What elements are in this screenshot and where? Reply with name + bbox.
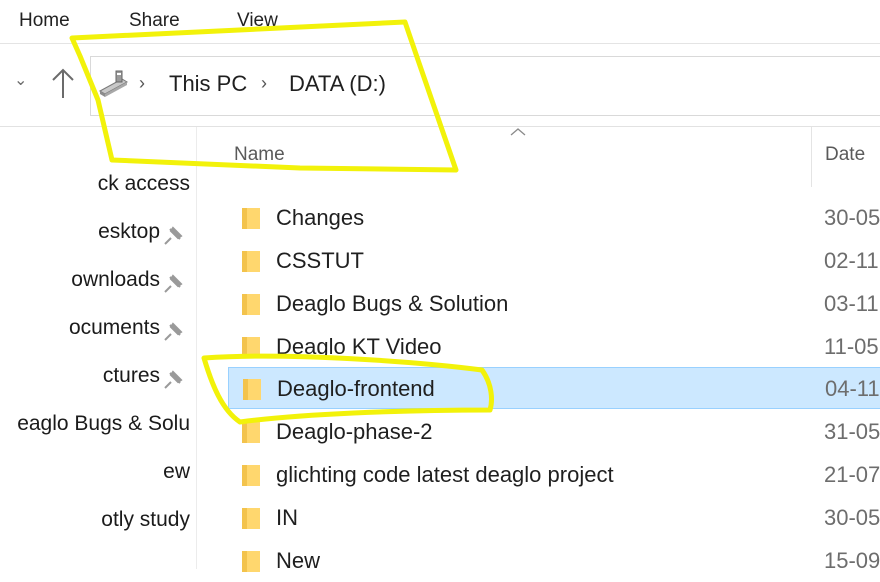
column-header-name[interactable]: Name <box>234 144 285 166</box>
column-divider[interactable] <box>811 127 812 187</box>
file-name: Deaglo-frontend <box>277 376 435 401</box>
folder-icon <box>242 551 260 572</box>
nav-item-new[interactable]: ew <box>0 452 196 496</box>
file-row[interactable]: IN 30-05 <box>228 497 880 539</box>
folder-icon <box>242 337 260 358</box>
nav-item-label: eaglo Bugs & Solu <box>17 412 190 435</box>
usb-drive-icon <box>98 70 129 97</box>
file-date: 02-11 <box>824 248 879 273</box>
file-name: New <box>276 548 321 573</box>
nav-item-deaglo-bugs[interactable]: eaglo Bugs & Solu <box>0 404 196 448</box>
file-row[interactable]: Deaglo KT Video 11-05 <box>228 326 880 368</box>
nav-item-label: esktop <box>98 220 160 243</box>
tab-view[interactable]: View <box>237 10 278 32</box>
file-date: 21-07 <box>824 462 880 487</box>
file-date: 04-11 <box>825 376 880 401</box>
file-row-selected[interactable]: Deaglo-frontend 04-11 <box>228 367 880 409</box>
file-date: 30-05 <box>824 505 880 530</box>
folder-icon <box>242 508 260 529</box>
file-name: Changes <box>276 205 365 230</box>
nav-item-downloads[interactable]: ownloads <box>0 260 196 304</box>
folder-icon <box>243 379 261 400</box>
up-arrow-icon[interactable] <box>50 64 76 104</box>
file-row[interactable]: Changes 30-05 <box>228 197 880 239</box>
nav-item-pictures[interactable]: ctures <box>0 356 196 400</box>
pin-icon <box>164 226 183 245</box>
file-date: 15-09 <box>824 548 880 573</box>
nav-item-quick-access[interactable]: ck access <box>0 164 196 208</box>
folder-icon <box>242 465 260 486</box>
file-date: 03-11 <box>824 291 879 316</box>
breadcrumb-chevron-icon[interactable]: › <box>261 73 267 94</box>
address-bar[interactable]: › This PC › DATA (D:) <box>90 56 880 116</box>
pane-divider[interactable] <box>196 127 197 569</box>
recent-locations-chevron-icon[interactable]: ⌄ <box>14 70 27 90</box>
breadcrumb-data-drive[interactable]: DATA (D:) <box>289 71 386 97</box>
nav-item-label: ocuments <box>68 316 160 339</box>
breadcrumb-this-pc[interactable]: This PC <box>169 71 247 97</box>
nav-item-label: ew <box>163 460 190 483</box>
file-name: Deaglo KT Video <box>276 334 442 359</box>
nav-item-documents[interactable]: ocuments <box>0 308 196 352</box>
folder-icon <box>242 294 260 315</box>
file-name: glichting code latest deaglo project <box>276 462 614 487</box>
nav-item-label: otly study <box>101 508 190 531</box>
pin-icon <box>164 322 183 341</box>
ribbon-divider <box>0 43 880 44</box>
file-date: 31-05 <box>824 419 880 444</box>
ribbon-tabs: Home Share View <box>0 0 880 42</box>
tab-home[interactable]: Home <box>19 10 70 32</box>
nav-item-label: ck access <box>97 172 190 195</box>
nav-item-label: ownloads <box>71 268 160 291</box>
file-name: Deaglo-phase-2 <box>276 419 433 444</box>
folder-icon <box>242 208 260 229</box>
nav-item-desktop[interactable]: esktop <box>0 212 196 256</box>
file-row[interactable]: glichting code latest deaglo project 21-… <box>228 454 880 496</box>
file-row[interactable]: CSSTUT 02-11 <box>228 240 880 282</box>
file-date: 11-05 <box>824 334 879 359</box>
nav-item-spotly-study[interactable]: otly study <box>0 500 196 544</box>
pin-icon <box>164 274 183 293</box>
file-date: 30-05 <box>824 205 880 230</box>
file-row[interactable]: Deaglo Bugs & Solution 03-11 <box>228 283 880 325</box>
file-name: CSSTUT <box>276 248 364 273</box>
navigation-pane: ck access esktop ownloads ocuments cture… <box>0 127 196 569</box>
file-name: Deaglo Bugs & Solution <box>276 291 509 316</box>
file-row[interactable]: Deaglo-phase-2 31-05 <box>228 411 880 453</box>
folder-icon <box>242 251 260 272</box>
tab-share[interactable]: Share <box>129 10 180 32</box>
file-name: IN <box>276 505 298 530</box>
breadcrumb-chevron-icon[interactable]: › <box>139 73 145 94</box>
file-row[interactable]: New 15-09 <box>228 540 880 582</box>
sort-ascending-icon <box>510 128 526 136</box>
pin-icon <box>164 370 183 389</box>
nav-item-label: ctures <box>102 364 160 387</box>
folder-icon <box>242 422 260 443</box>
column-header-date[interactable]: Date <box>825 144 865 166</box>
